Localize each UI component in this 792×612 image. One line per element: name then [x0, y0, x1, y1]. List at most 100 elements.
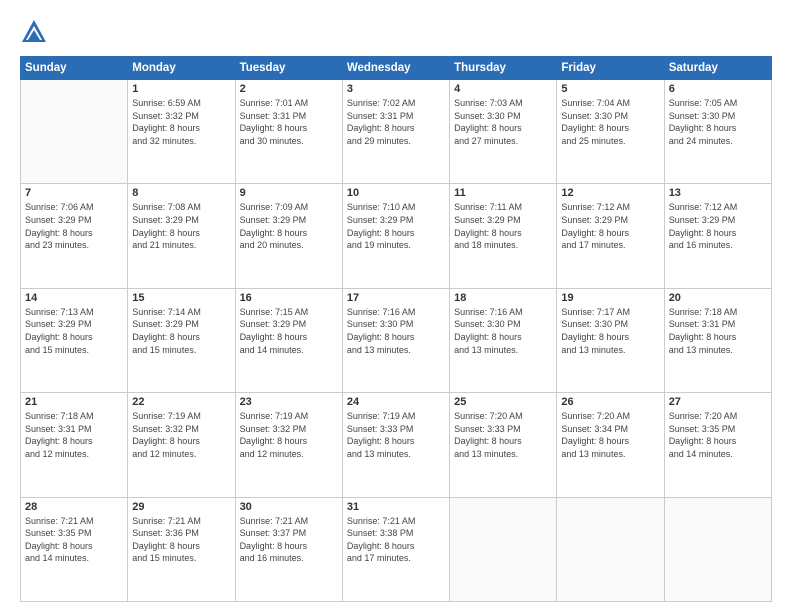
calendar-header-row: SundayMondayTuesdayWednesdayThursdayFrid…: [21, 57, 772, 80]
col-header-friday: Friday: [557, 57, 664, 80]
day-number: 31: [347, 501, 445, 513]
day-number: 22: [132, 396, 230, 408]
day-info: Sunrise: 7:21 AMSunset: 3:36 PMDaylight:…: [132, 515, 230, 565]
day-number: 28: [25, 501, 123, 513]
col-header-sunday: Sunday: [21, 57, 128, 80]
empty-cell: [450, 497, 557, 601]
day-cell-29: 29 Sunrise: 7:21 AMSunset: 3:36 PMDayligh…: [128, 497, 235, 601]
day-info: Sunrise: 7:09 AMSunset: 3:29 PMDaylight:…: [240, 201, 338, 251]
day-cell-19: 19Sunrise: 7:17 AMSunset: 3:30 PMDayligh…: [557, 288, 664, 392]
col-header-thursday: Thursday: [450, 57, 557, 80]
day-number: 8: [132, 187, 230, 199]
day-info: Sunrise: 7:01 AMSunset: 3:31 PMDaylight:…: [240, 97, 338, 147]
day-cell-1: 1Sunrise: 6:59 AMSunset: 3:32 PMDaylight…: [128, 80, 235, 184]
day-info: Sunrise: 7:21 AMSunset: 3:35 PMDaylight:…: [25, 515, 123, 565]
day-number: 6: [669, 83, 767, 95]
col-header-saturday: Saturday: [664, 57, 771, 80]
day-number: 21: [25, 396, 123, 408]
logo-icon: [20, 18, 48, 46]
day-info: Sunrise: 7:16 AMSunset: 3:30 PMDaylight:…: [347, 306, 445, 356]
day-info: Sunrise: 7:05 AMSunset: 3:30 PMDaylight:…: [669, 97, 767, 147]
day-number: 5: [561, 83, 659, 95]
week-row-2: 7 Sunrise: 7:06 AMSunset: 3:29 PMDaylight…: [21, 184, 772, 288]
day-number: 9: [240, 187, 338, 199]
week-row-4: 21 Sunrise: 7:18 AMSunset: 3:31 PMDayligh…: [21, 393, 772, 497]
day-number: 17: [347, 292, 445, 304]
header: [20, 18, 772, 46]
day-info: Sunrise: 7:08 AMSunset: 3:29 PMDaylight:…: [132, 201, 230, 251]
day-cell-3: 3 Sunrise: 7:02 AMSunset: 3:31 PMDaylight…: [342, 80, 449, 184]
day-info: Sunrise: 7:18 AMSunset: 3:31 PMDaylight:…: [669, 306, 767, 356]
day-info: Sunrise: 7:19 AMSunset: 3:33 PMDaylight:…: [347, 410, 445, 460]
page: SundayMondayTuesdayWednesdayThursdayFrid…: [0, 0, 792, 612]
day-number: 25: [454, 396, 552, 408]
day-number: 3: [347, 83, 445, 95]
empty-cell: [21, 80, 128, 184]
day-info: Sunrise: 7:21 AMSunset: 3:38 PMDaylight:…: [347, 515, 445, 565]
day-cell-6: 6 Sunrise: 7:05 AMSunset: 3:30 PMDaylight…: [664, 80, 771, 184]
day-info: Sunrise: 7:06 AMSunset: 3:29 PMDaylight:…: [25, 201, 123, 251]
day-info: Sunrise: 7:14 AMSunset: 3:29 PMDaylight:…: [132, 306, 230, 356]
day-cell-17: 17 Sunrise: 7:16 AMSunset: 3:30 PMDayligh…: [342, 288, 449, 392]
day-number: 26: [561, 396, 659, 408]
day-number: 15: [132, 292, 230, 304]
day-info: Sunrise: 7:18 AMSunset: 3:31 PMDaylight:…: [25, 410, 123, 460]
col-header-tuesday: Tuesday: [235, 57, 342, 80]
day-number: 20: [669, 292, 767, 304]
week-row-1: 1Sunrise: 6:59 AMSunset: 3:32 PMDaylight…: [21, 80, 772, 184]
day-number: 23: [240, 396, 338, 408]
day-info: Sunrise: 7:19 AMSunset: 3:32 PMDaylight:…: [132, 410, 230, 460]
day-cell-22: 22 Sunrise: 7:19 AMSunset: 3:32 PMDayligh…: [128, 393, 235, 497]
day-cell-5: 5 Sunrise: 7:04 AMSunset: 3:30 PMDaylight…: [557, 80, 664, 184]
day-info: Sunrise: 7:12 AMSunset: 3:29 PMDaylight:…: [561, 201, 659, 251]
day-cell-18: 18 Sunrise: 7:16 AMSunset: 3:30 PMDayligh…: [450, 288, 557, 392]
day-cell-11: 11Sunrise: 7:11 AMSunset: 3:29 PMDayligh…: [450, 184, 557, 288]
day-cell-16: 16 Sunrise: 7:15 AMSunset: 3:29 PMDayligh…: [235, 288, 342, 392]
day-cell-30: 30Sunrise: 7:21 AMSunset: 3:37 PMDayligh…: [235, 497, 342, 601]
day-cell-12: 12 Sunrise: 7:12 AMSunset: 3:29 PMDayligh…: [557, 184, 664, 288]
day-info: Sunrise: 7:11 AMSunset: 3:29 PMDaylight:…: [454, 201, 552, 251]
day-number: 13: [669, 187, 767, 199]
empty-cell: [557, 497, 664, 601]
day-info: Sunrise: 7:16 AMSunset: 3:30 PMDaylight:…: [454, 306, 552, 356]
day-number: 16: [240, 292, 338, 304]
day-cell-23: 23 Sunrise: 7:19 AMSunset: 3:32 PMDayligh…: [235, 393, 342, 497]
day-info: Sunrise: 7:19 AMSunset: 3:32 PMDaylight:…: [240, 410, 338, 460]
day-number: 14: [25, 292, 123, 304]
day-number: 24: [347, 396, 445, 408]
day-info: Sunrise: 7:12 AMSunset: 3:29 PMDaylight:…: [669, 201, 767, 251]
day-number: 7: [25, 187, 123, 199]
day-info: Sunrise: 7:20 AMSunset: 3:34 PMDaylight:…: [561, 410, 659, 460]
day-cell-7: 7 Sunrise: 7:06 AMSunset: 3:29 PMDaylight…: [21, 184, 128, 288]
day-info: Sunrise: 7:10 AMSunset: 3:29 PMDaylight:…: [347, 201, 445, 251]
day-cell-25: 25Sunrise: 7:20 AMSunset: 3:33 PMDayligh…: [450, 393, 557, 497]
day-number: 12: [561, 187, 659, 199]
logo: [20, 18, 52, 46]
calendar: SundayMondayTuesdayWednesdayThursdayFrid…: [20, 56, 772, 602]
day-cell-10: 10 Sunrise: 7:10 AMSunset: 3:29 PMDayligh…: [342, 184, 449, 288]
day-number: 18: [454, 292, 552, 304]
day-cell-2: 2Sunrise: 7:01 AMSunset: 3:31 PMDaylight…: [235, 80, 342, 184]
empty-cell: [664, 497, 771, 601]
day-info: Sunrise: 7:21 AMSunset: 3:37 PMDaylight:…: [240, 515, 338, 565]
day-cell-28: 28 Sunrise: 7:21 AMSunset: 3:35 PMDayligh…: [21, 497, 128, 601]
day-info: Sunrise: 7:17 AMSunset: 3:30 PMDaylight:…: [561, 306, 659, 356]
day-cell-31: 31 Sunrise: 7:21 AMSunset: 3:38 PMDayligh…: [342, 497, 449, 601]
day-cell-15: 15 Sunrise: 7:14 AMSunset: 3:29 PMDayligh…: [128, 288, 235, 392]
day-cell-14: 14Sunrise: 7:13 AMSunset: 3:29 PMDayligh…: [21, 288, 128, 392]
day-info: Sunrise: 7:20 AMSunset: 3:35 PMDaylight:…: [669, 410, 767, 460]
day-cell-4: 4Sunrise: 7:03 AMSunset: 3:30 PMDaylight…: [450, 80, 557, 184]
day-cell-24: 24 Sunrise: 7:19 AMSunset: 3:33 PMDayligh…: [342, 393, 449, 497]
day-cell-13: 13 Sunrise: 7:12 AMSunset: 3:29 PMDayligh…: [664, 184, 771, 288]
week-row-5: 28 Sunrise: 7:21 AMSunset: 3:35 PMDayligh…: [21, 497, 772, 601]
day-number: 10: [347, 187, 445, 199]
day-info: Sunrise: 7:04 AMSunset: 3:30 PMDaylight:…: [561, 97, 659, 147]
day-cell-26: 26 Sunrise: 7:20 AMSunset: 3:34 PMDayligh…: [557, 393, 664, 497]
col-header-monday: Monday: [128, 57, 235, 80]
day-number: 29: [132, 501, 230, 513]
day-info: Sunrise: 7:02 AMSunset: 3:31 PMDaylight:…: [347, 97, 445, 147]
day-number: 1: [132, 83, 230, 95]
day-info: Sunrise: 7:15 AMSunset: 3:29 PMDaylight:…: [240, 306, 338, 356]
week-row-3: 14Sunrise: 7:13 AMSunset: 3:29 PMDayligh…: [21, 288, 772, 392]
day-info: Sunrise: 7:03 AMSunset: 3:30 PMDaylight:…: [454, 97, 552, 147]
